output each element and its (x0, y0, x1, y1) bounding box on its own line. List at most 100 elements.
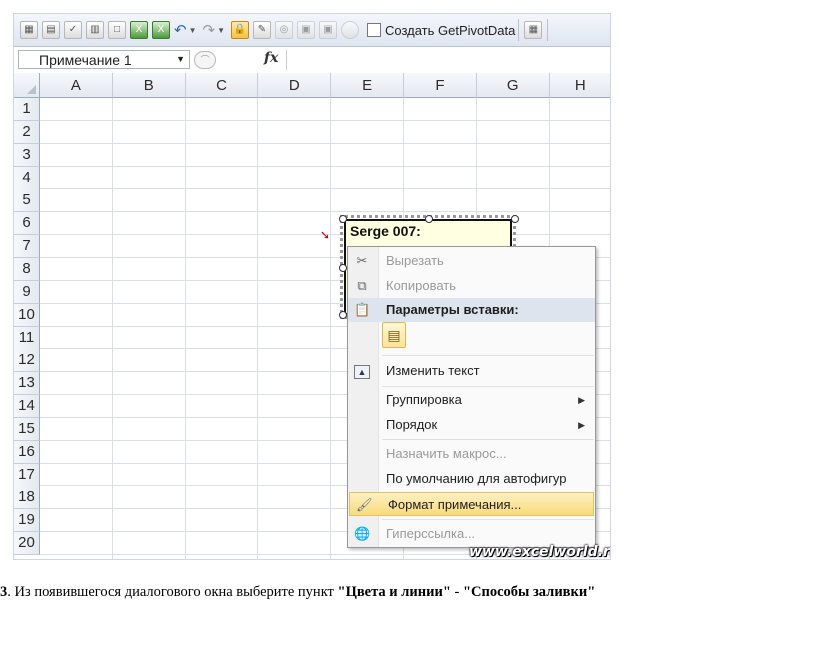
sheet-icon[interactable]: ▣ (297, 21, 315, 39)
column-header[interactable]: A (40, 73, 113, 98)
row-header[interactable]: 19 (14, 509, 40, 533)
formula-divider (286, 50, 287, 70)
row-header[interactable]: 16 (14, 440, 40, 464)
caption-item-fill-methods: "Способы заливки" (462, 584, 596, 600)
resize-handle[interactable] (425, 215, 433, 223)
create-getpivotdata-checkbox[interactable] (367, 23, 381, 37)
formula-expand-icon[interactable]: ⌒ (194, 51, 216, 69)
insert-function-icon[interactable]: fx (264, 50, 278, 66)
save-icon[interactable]: ▦ (20, 21, 38, 39)
resize-handle[interactable] (339, 264, 347, 272)
spelling-icon[interactable]: ✓ (64, 21, 82, 39)
caption-sep: - (450, 584, 463, 600)
gridline (40, 188, 610, 190)
quick-access-toolbar: ▦ ▤ ✓ ▥ □ X X ↶ ▼ ↷ ▼ 🔒 ✎ ◎ ▣ ▣ Создать … (14, 14, 610, 47)
menu-header-paste-options: 📋 Параметры вставки: (348, 298, 595, 322)
menu-item-assign-macro[interactable]: Назначить макрос... (348, 442, 595, 466)
row-header[interactable]: 2 (14, 120, 40, 144)
lock-icon[interactable]: 🔒 (231, 21, 249, 39)
caption-item-colors-lines: "Цвета и линии" (337, 584, 451, 600)
undo-dropdown-icon[interactable]: ▼ (189, 26, 197, 35)
menu-item-copy[interactable]: ⧉ Копировать (348, 274, 595, 298)
menu-item-order[interactable]: Порядок ▶ (348, 413, 595, 437)
excel-icon[interactable]: X (130, 21, 148, 39)
row-header[interactable]: 9 (14, 280, 40, 304)
resize-handle[interactable] (339, 311, 347, 319)
row-header[interactable]: 13 (14, 372, 40, 396)
row-header[interactable]: 6 (14, 212, 40, 236)
menu-item-label: Группировка (386, 392, 462, 407)
undo-icon[interactable]: ↶ (174, 21, 187, 39)
gridline (40, 142, 610, 144)
menu-item-label: Гиперссылка... (386, 526, 476, 541)
name-box[interactable]: Примечание 1 ▼ (18, 50, 190, 69)
submenu-arrow-icon: ▶ (578, 395, 585, 405)
column-header[interactable]: C (185, 73, 259, 98)
gridline (257, 98, 259, 559)
menu-item-default-autoshape[interactable]: По умолчанию для автофигур (348, 467, 595, 491)
print-icon[interactable]: ▥ (86, 21, 104, 39)
redo-dropdown-icon[interactable]: ▼ (217, 26, 225, 35)
column-header[interactable]: D (258, 73, 332, 98)
resize-handle[interactable] (511, 215, 519, 223)
new-document-icon[interactable]: □ (108, 21, 126, 39)
row-header[interactable]: 5 (14, 189, 40, 213)
gridline (40, 165, 610, 167)
resize-handle[interactable] (339, 215, 347, 223)
redo-icon[interactable]: ↷ (203, 21, 216, 39)
format-comment-icon: 🖌 (356, 497, 373, 512)
menu-item-label: Параметры вставки: (386, 302, 519, 317)
row-header[interactable]: 10 (14, 303, 40, 327)
format-painter-icon[interactable]: ✎ (253, 21, 271, 39)
copy-icon: ⧉ (357, 278, 367, 293)
hyperlink-icon: 🌐 (354, 526, 371, 541)
row-header[interactable]: 20 (14, 532, 40, 556)
context-menu: ✂ Вырезать ⧉ Копировать 📋 Параметры вста… (347, 246, 596, 548)
create-getpivotdata-label: Создать GetPivotData (385, 22, 516, 38)
row-header[interactable]: 1 (14, 98, 40, 121)
sheet2-icon[interactable]: ▣ (319, 21, 337, 39)
excel-copy-icon[interactable]: X (152, 21, 170, 39)
comment-indicator-arrow: ➘ (320, 228, 331, 242)
menu-item-cut[interactable]: ✂ Вырезать (348, 249, 595, 273)
row-header[interactable]: 15 (14, 417, 40, 441)
pivot-icon[interactable]: ▦ (524, 21, 543, 39)
menu-item-label: Копировать (386, 278, 456, 293)
menu-separator (382, 519, 594, 520)
submenu-arrow-icon: ▶ (578, 420, 585, 430)
column-header[interactable]: H (549, 73, 610, 98)
row-header[interactable]: 7 (14, 235, 40, 259)
zoom-icon[interactable]: ◎ (275, 21, 293, 39)
paste-keep-format-button[interactable]: ▤ (382, 322, 406, 348)
menu-item-hyperlink[interactable]: 🌐 Гиперссылка... (348, 522, 595, 546)
row-header[interactable]: 17 (14, 463, 40, 487)
scissors-icon: ✂ (356, 253, 368, 268)
row-header[interactable]: 14 (14, 395, 40, 419)
watermark: www.excelworld.ru (469, 544, 611, 560)
column-header[interactable]: E (331, 73, 404, 98)
menu-item-edit-text[interactable]: ▲ Изменить текст (348, 359, 595, 383)
menu-item-label: Формат примечания... (388, 497, 522, 512)
row-header[interactable]: 4 (14, 166, 40, 190)
column-header[interactable]: G (476, 73, 550, 98)
column-header[interactable]: B (112, 73, 186, 98)
menu-item-label: По умолчанию для автофигур (386, 471, 567, 486)
gridline (40, 211, 610, 213)
circle-icon[interactable] (341, 21, 359, 39)
chevron-down-icon[interactable]: ▼ (176, 50, 185, 69)
menu-item-format-comment[interactable]: 🖌 Формат примечания... (349, 492, 594, 516)
gridline (330, 98, 332, 559)
print-preview-icon[interactable]: ▤ (42, 21, 60, 39)
row-header[interactable]: 12 (14, 349, 40, 373)
edit-text-icon: ▲ (354, 365, 370, 379)
select-all-button[interactable] (14, 73, 40, 98)
row-header[interactable]: 11 (14, 326, 40, 350)
comment-author: Serge 007: (350, 223, 421, 239)
row-header[interactable]: 18 (14, 486, 40, 510)
formula-bar: Примечание 1 ▼ ⌒ fx (14, 47, 610, 74)
menu-item-grouping[interactable]: Группировка ▶ (348, 388, 595, 412)
instruction-caption: 3. Из появившегося диалогового окна выбе… (0, 584, 595, 601)
column-header[interactable]: F (404, 73, 477, 98)
row-header[interactable]: 3 (14, 143, 40, 167)
row-header[interactable]: 8 (14, 257, 40, 281)
